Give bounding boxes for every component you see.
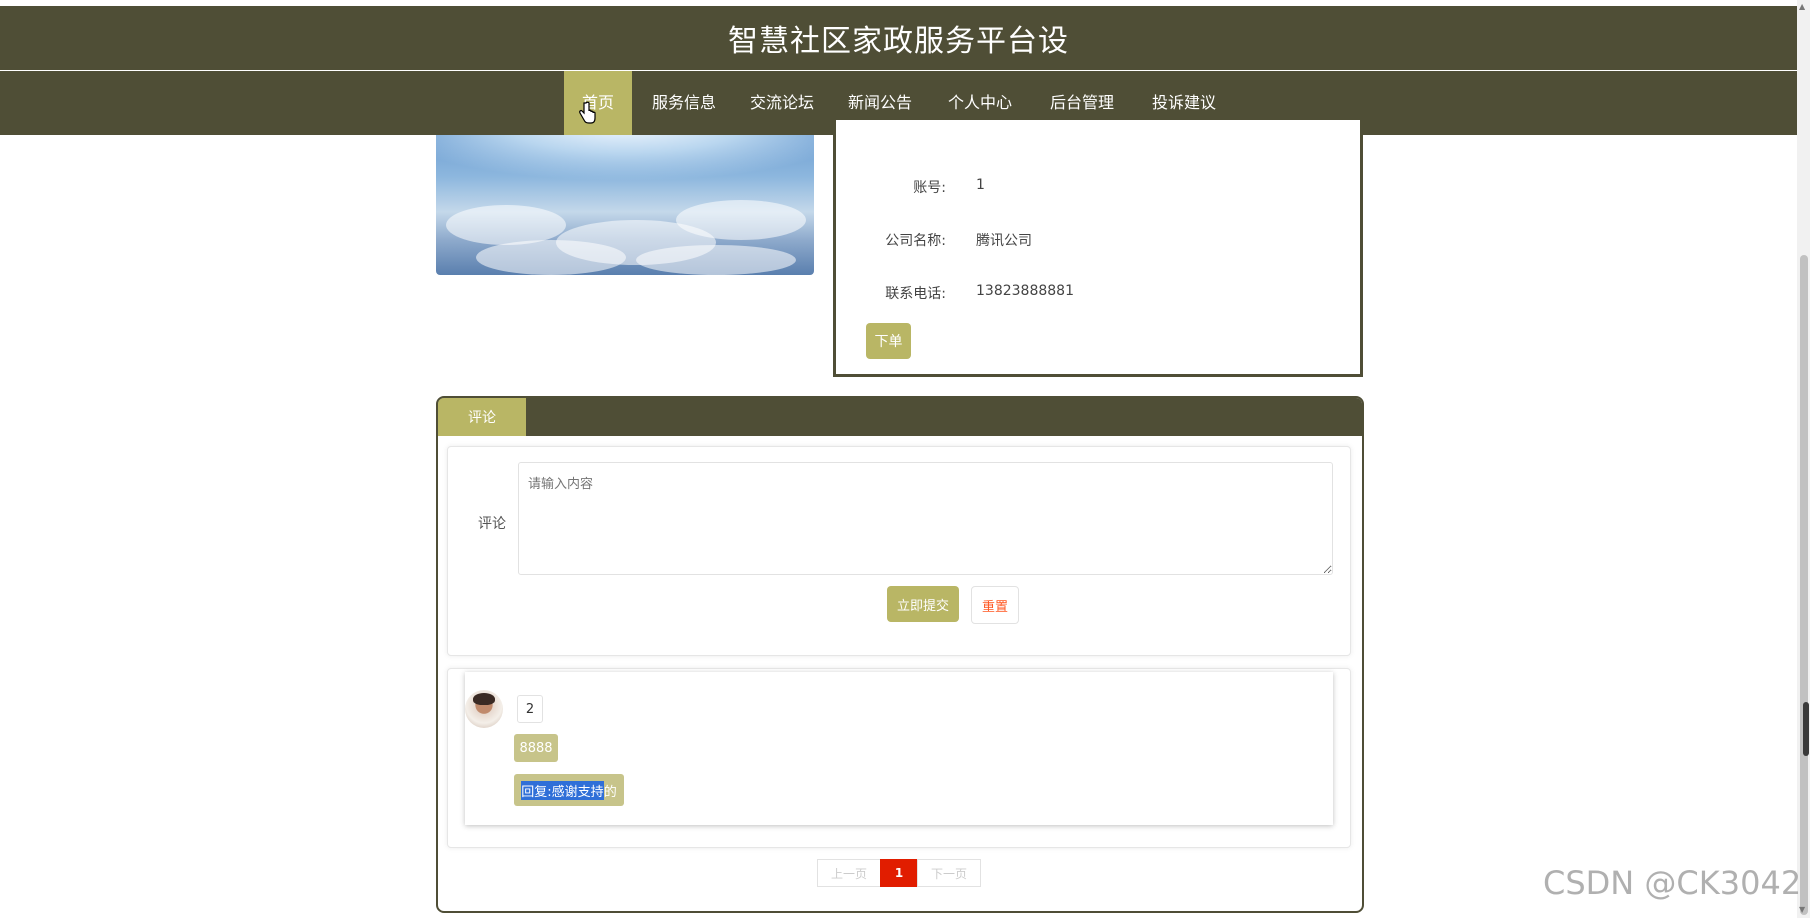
company-value: 腾讯公司 [976,233,1032,249]
reply-selected-text: 回复:感谢支持 [521,780,604,800]
comment-item: 2 8888 回复:感谢支持的 [465,672,1333,825]
prev-page-button[interactable]: 上一页 [817,859,881,887]
comment-input[interactable] [518,462,1333,575]
account-label: 账号: [913,180,946,196]
submit-button[interactable]: 立即提交 [887,586,959,622]
comment-list: 2 8888 回复:感谢支持的 [447,668,1351,848]
scrollbar-thumb[interactable] [1800,255,1808,915]
comment-content: 8888 [514,734,558,762]
service-image [436,135,814,275]
order-button[interactable]: 下单 [866,323,911,359]
side-handle [1803,702,1809,756]
reset-button[interactable]: 重置 [971,586,1019,624]
panel-header: 评论 [438,398,1362,436]
scroll-down-icon[interactable]: ▼ [1799,905,1805,914]
comment-form: 评论 立即提交 重置 [447,446,1351,656]
comment-username: 2 [517,695,543,723]
avatar [465,690,503,728]
service-detail-box: 账号: 1 公司名称: 腾讯公司 联系电话: 13823888881 下单 [833,120,1363,377]
comment-label: 评论 [478,516,506,532]
reply-rest-text: 的 [603,784,617,800]
nav-item-home[interactable]: 首页 [564,71,632,135]
tab-comment[interactable]: 评论 [438,398,526,436]
site-title: 智慧社区家政服务平台设 [728,24,1069,59]
page-1-button[interactable]: 1 [880,859,918,887]
phone-value: 13823888881 [976,283,1074,299]
nav-item-forum[interactable]: 交流论坛 [740,71,824,135]
next-page-button[interactable]: 下一页 [917,859,981,887]
phone-label: 联系电话: [885,286,946,302]
nav-item-service-info[interactable]: 服务信息 [642,71,726,135]
site-header: 智慧社区家政服务平台设 [0,6,1797,70]
account-value: 1 [976,177,985,193]
scroll-up-icon[interactable]: ▲ [1799,2,1805,11]
company-label: 公司名称: [885,233,946,249]
watermark: CSDN @CK3042 [1543,864,1802,902]
comment-panel: 评论 评论 立即提交 重置 2 8888 回复:感谢支持的 上一页 1 下一页 [436,396,1364,913]
hand-cursor-icon [579,101,596,124]
comment-reply: 回复:感谢支持的 [514,774,624,806]
